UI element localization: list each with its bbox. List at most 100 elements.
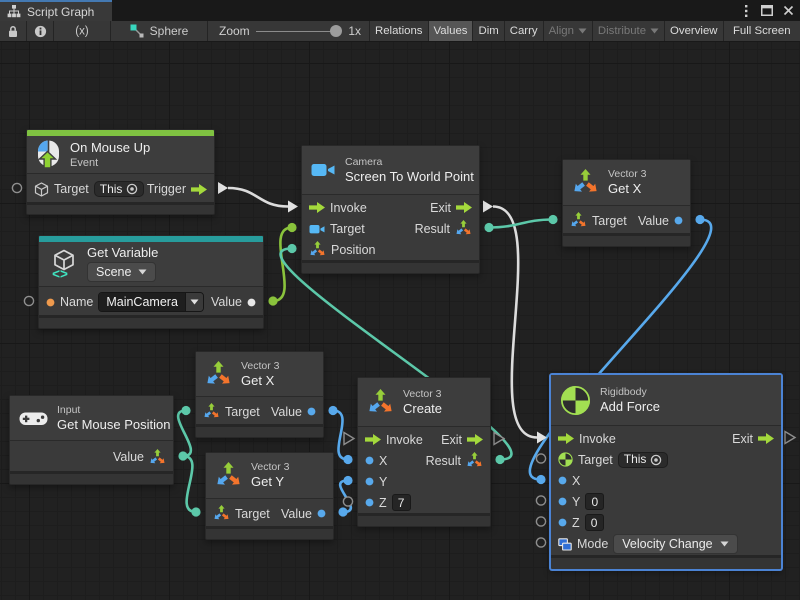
get-variable-value-out[interactable] [268,296,277,305]
node-footer [358,516,490,526]
node-footer [27,205,214,214]
info-button[interactable] [27,21,54,41]
node-footer [196,427,323,437]
camera-target-in[interactable] [287,223,296,232]
vector3-icon [367,389,394,416]
graph-canvas[interactable]: On Mouse UpEventTargetThisTrigger<>Get V… [0,42,800,600]
variable-scope-dropdown[interactable]: Scene [87,262,156,282]
wire-mouse-to-gety-target[interactable] [183,456,196,512]
get-variable-name-in[interactable] [24,296,33,305]
node-header: Vector 3Get X [196,352,323,396]
get-x-top-value-out[interactable] [695,215,704,224]
camera-invoke-in[interactable] [288,201,298,213]
node-vector3-get-y[interactable]: Vector 3Get YTargetValue [205,452,334,540]
cube-icon [34,182,49,197]
node-get-variable[interactable]: <>Get VariableSceneNameMainCameraValue [38,235,264,329]
toolbar-button-carry[interactable]: Carry [505,21,544,41]
port-label: Target [54,182,89,196]
variable-name-combo[interactable]: MainCamera [98,292,204,312]
wire-variable-to-target[interactable] [273,228,292,302]
add-force-y-in[interactable] [536,496,545,505]
chevron-down-icon[interactable] [185,293,203,311]
this-owner-pill[interactable]: This [94,181,145,197]
port-row: Value [10,443,173,471]
node-vector3-get-x-mid[interactable]: Vector 3Get X TargetValue [195,351,324,438]
port-label: Position [331,243,375,257]
camera-result-out[interactable] [484,223,493,232]
get-x-mid-value-out[interactable] [328,406,337,415]
toolbar-button-full-screen[interactable]: Full Screen [724,21,800,41]
inline-value-input[interactable]: 7 [392,494,411,511]
node-vector3-get-x-top[interactable]: Vector 3Get X TargetValue [562,159,691,247]
create-z-in[interactable] [343,497,352,506]
toolbar-button-dim[interactable]: Dim [473,21,504,41]
wire-exit-to-invoke[interactable] [493,207,537,438]
get-y-value-out[interactable] [338,507,347,516]
add-force-mode-in[interactable] [536,538,545,547]
port-label: Result [415,222,450,236]
port-label: Exit [732,432,753,446]
node-vector3-create[interactable]: Vector 3CreateInvokeExitXResultYZ7 [357,377,491,527]
on-mouse-up-target-in[interactable] [12,183,21,192]
get-x-top-target-in[interactable] [548,215,557,224]
zoom-slider-handle[interactable] [330,25,342,37]
close-icon[interactable] [781,4,795,18]
port-row: Y0 [551,491,781,512]
node-get-mouse-position[interactable]: InputGet Mouse Position Value [9,395,174,485]
zoom-slider[interactable] [256,21,343,42]
add-force-x-in[interactable] [536,475,545,484]
vector3-small-icon [203,403,220,420]
wire-trigger-to-invoke[interactable] [228,188,288,207]
tab-script-graph[interactable]: Script Graph [0,0,112,21]
menu-kebab-icon[interactable] [739,4,753,18]
port-label: Target [235,507,270,521]
create-y-in[interactable] [343,476,352,485]
toolbar-button-align[interactable]: Align [544,21,593,41]
code-button[interactable]: (x) [54,21,111,41]
inline-value-input[interactable]: 0 [585,493,604,510]
dropdown[interactable]: Velocity Change [613,534,737,554]
node-subtitle: Vector 3 [403,389,442,400]
port-label: X [572,474,580,488]
input-ports: Z7 [365,494,411,511]
create-result-out[interactable] [495,455,504,464]
toolbar-button-relations[interactable]: Relations [370,21,429,41]
port-row: TargetValue [563,208,690,233]
toolbar-button-distribute[interactable]: Distribute [593,21,665,41]
float-dot-icon [365,498,374,507]
on-mouse-up-trigger-out[interactable] [218,182,228,194]
node-header: Vector 3Get X [563,160,690,205]
port-row: TargetValue [196,399,323,424]
toolbar: (x) Sphere Zoom 1x RelationsValuesDimCar… [0,21,800,42]
wire-result-to-getx-target[interactable] [489,220,553,228]
camera-exit-out[interactable] [483,201,493,213]
create-invoke-in[interactable] [344,433,354,445]
chevron-down-icon [138,269,147,275]
maximize-icon[interactable] [760,4,774,18]
add-force-invoke-in[interactable] [537,432,547,444]
node-screen-to-world-point[interactable]: CameraScreen To World PointInvokeExitTar… [301,145,480,274]
camera-position-in[interactable] [287,244,296,253]
lock-button[interactable] [0,21,27,41]
node-title: Screen To World Point [345,170,469,184]
node-header: InputGet Mouse Position [10,396,173,440]
graph-reference-button[interactable]: Sphere [111,21,208,41]
node-rigidbody-add-force[interactable]: RigidbodyAdd ForceInvokeExitTargetThisXY… [550,374,782,570]
add-force-z-in[interactable] [536,517,545,526]
output-ports: Value [281,507,326,521]
add-force-target-in[interactable] [536,454,545,463]
this-owner-pill[interactable]: This [618,452,669,468]
wire-mouse-to-getx-target[interactable] [178,411,191,457]
get-x-mid-target-in[interactable] [181,406,190,415]
toolbar-button-overview[interactable]: Overview [665,21,723,41]
create-x-in[interactable] [343,455,352,464]
inline-value-input[interactable]: 0 [585,514,604,531]
get-y-target-in[interactable] [191,507,200,516]
toolbar-button-values[interactable]: Values [429,21,474,41]
wire-gety-to-create-y[interactable] [340,481,351,513]
variable-name-value[interactable]: MainCamera [99,293,185,311]
input-value-out[interactable] [178,451,187,460]
node-on-mouse-up[interactable]: On Mouse UpEventTargetThisTrigger [26,129,215,215]
lock-icon [7,25,19,38]
add-force-exit-out[interactable] [785,432,795,444]
